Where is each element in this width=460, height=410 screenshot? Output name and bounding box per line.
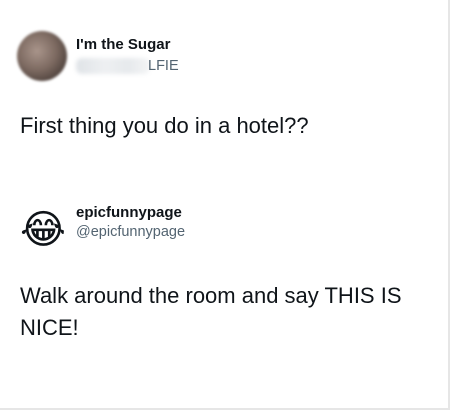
right-border: [448, 0, 450, 410]
tweet-text: First thing you do in a hotel??: [20, 113, 309, 138]
handle[interactable]: @epicfunnypage: [76, 224, 185, 240]
face-with-tears-of-joy-emoji-icon[interactable]: 😂: [20, 208, 64, 252]
redacted-handle: [76, 58, 150, 74]
screenshot-frame: I'm the Sugar LFIE First thing you do in…: [0, 0, 460, 410]
avatar[interactable]: [17, 31, 67, 81]
handle-fragment: LFIE: [148, 58, 179, 74]
display-name[interactable]: I'm the Sugar: [76, 36, 170, 53]
tweet-text: Walk around the room and say THIS IS NIC…: [20, 283, 402, 340]
display-name[interactable]: epicfunnypage: [76, 204, 182, 221]
